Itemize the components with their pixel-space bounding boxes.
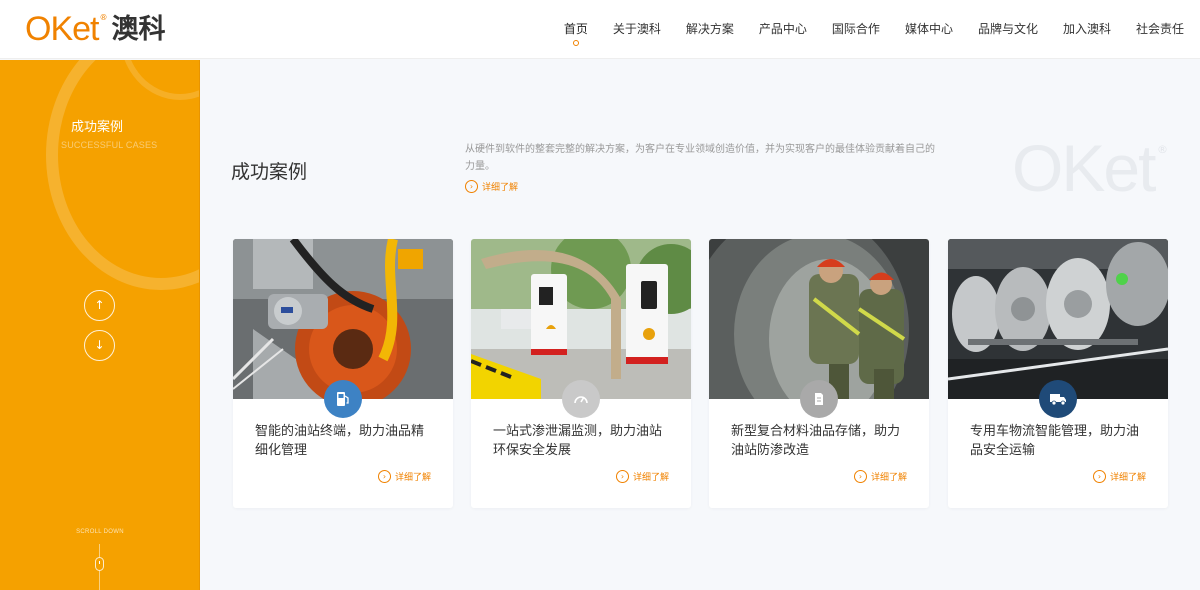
case-image-leak-monitoring — [471, 239, 691, 399]
case-card-more-link[interactable]: › 详细了解 — [853, 470, 907, 483]
case-card-more-label: 详细了解 — [1109, 473, 1146, 483]
gauge-icon — [562, 380, 600, 418]
logo[interactable]: OKet ® 澳科 — [25, 12, 165, 46]
case-image-vehicle-logistics — [948, 239, 1168, 399]
sidebar-subtitle: SUCCESSFUL CASES — [61, 140, 158, 150]
logo-registered-mark: ® — [99, 13, 108, 22]
nav-item-brand-culture[interactable]: 品牌与文化 — [978, 0, 1038, 59]
nav-item-international[interactable]: 国际合作 — [832, 0, 880, 59]
nav-item-home[interactable]: 首页 — [564, 0, 588, 59]
arrow-up-icon: ↑ — [94, 298, 105, 312]
case-card-more-link[interactable]: › 详细了解 — [615, 470, 669, 483]
chevron-right-icon: › — [1092, 470, 1106, 483]
scroll-up-button[interactable]: ↑ — [84, 290, 115, 321]
background-logo: OKet — [1012, 131, 1156, 205]
nav-item-media[interactable]: 媒体中心 — [905, 0, 953, 59]
case-card-more-label: 详细了解 — [632, 473, 669, 483]
chevron-right-icon: › — [465, 180, 478, 193]
main-nav: 首页 关于澳科 解决方案 产品中心 国际合作 媒体中心 品牌与文化 加入澳科 社… — [539, 0, 1184, 59]
truck-icon — [1039, 380, 1077, 418]
nav-item-solutions[interactable]: 解决方案 — [686, 0, 734, 59]
mouse-icon — [95, 557, 104, 571]
document-icon — [800, 380, 838, 418]
section-more-label: 详细了解 — [482, 183, 519, 193]
section-more-link[interactable]: › 详细了解 — [465, 180, 518, 193]
case-card-title: 新型复合材料油品存储，助力油站防渗改造 — [731, 424, 901, 458]
case-card-leak-monitoring[interactable]: 一站式渗泄漏监测，助力油站环保安全发展 › 详细了解 — [471, 239, 691, 508]
background-logo-registered-mark: ® — [1157, 143, 1168, 156]
nav-item-join[interactable]: 加入澳科 — [1063, 0, 1111, 59]
sidebar: 成功案例 SUCCESSFUL CASES ↑ ↓ SCROLL DOWN — [0, 60, 200, 590]
case-card-fuel-terminal[interactable]: 智能的油站终端，助力油品精细化管理 › 详细了解 — [233, 239, 453, 508]
chevron-right-icon: › — [853, 470, 867, 483]
case-card-more-label: 详细了解 — [394, 473, 431, 483]
nav-item-about[interactable]: 关于澳科 — [613, 0, 661, 59]
case-image-fuel-terminal — [233, 239, 453, 399]
nav-item-social-responsibility[interactable]: 社会责任 — [1136, 0, 1184, 59]
case-card-title: 智能的油站终端，助力油品精细化管理 — [255, 424, 425, 458]
scroll-down-label: SCROLL DOWN — [76, 529, 124, 535]
arrow-down-icon: ↓ — [94, 338, 105, 352]
section-title: 成功案例 — [231, 161, 308, 183]
sidebar-title: 成功案例 — [71, 120, 124, 135]
case-card-more-link[interactable]: › 详细了解 — [1092, 470, 1146, 483]
case-card-title: 专用车物流智能管理，助力油品安全运输 — [970, 424, 1140, 458]
scroll-down-button[interactable]: ↓ — [84, 330, 115, 361]
logo-en: OKet — [25, 10, 99, 48]
case-card-vehicle-logistics[interactable]: 专用车物流智能管理，助力油品安全运输 › 详细了解 — [948, 239, 1168, 508]
logo-cn: 澳科 — [111, 14, 166, 45]
case-card-more-label: 详细了解 — [870, 473, 907, 483]
section-description: 从硬件到软件的整套完整的解决方案，为客户在专业领域创造价值，并为实现客户的最佳体… — [465, 144, 935, 172]
nav-item-products[interactable]: 产品中心 — [759, 0, 807, 59]
case-image-composite-storage — [709, 239, 929, 399]
fuel-pump-icon — [324, 380, 362, 418]
chevron-right-icon: › — [377, 470, 391, 483]
case-card-title: 一站式渗泄漏监测，助力油站环保安全发展 — [493, 424, 663, 458]
chevron-right-icon: › — [615, 470, 629, 483]
header: OKet ® 澳科 首页 关于澳科 解决方案 产品中心 国际合作 媒体中心 品牌… — [0, 0, 1200, 59]
case-card-more-link[interactable]: › 详细了解 — [377, 470, 431, 483]
case-card-composite-storage[interactable]: 新型复合材料油品存储，助力油站防渗改造 › 详细了解 — [709, 239, 929, 508]
